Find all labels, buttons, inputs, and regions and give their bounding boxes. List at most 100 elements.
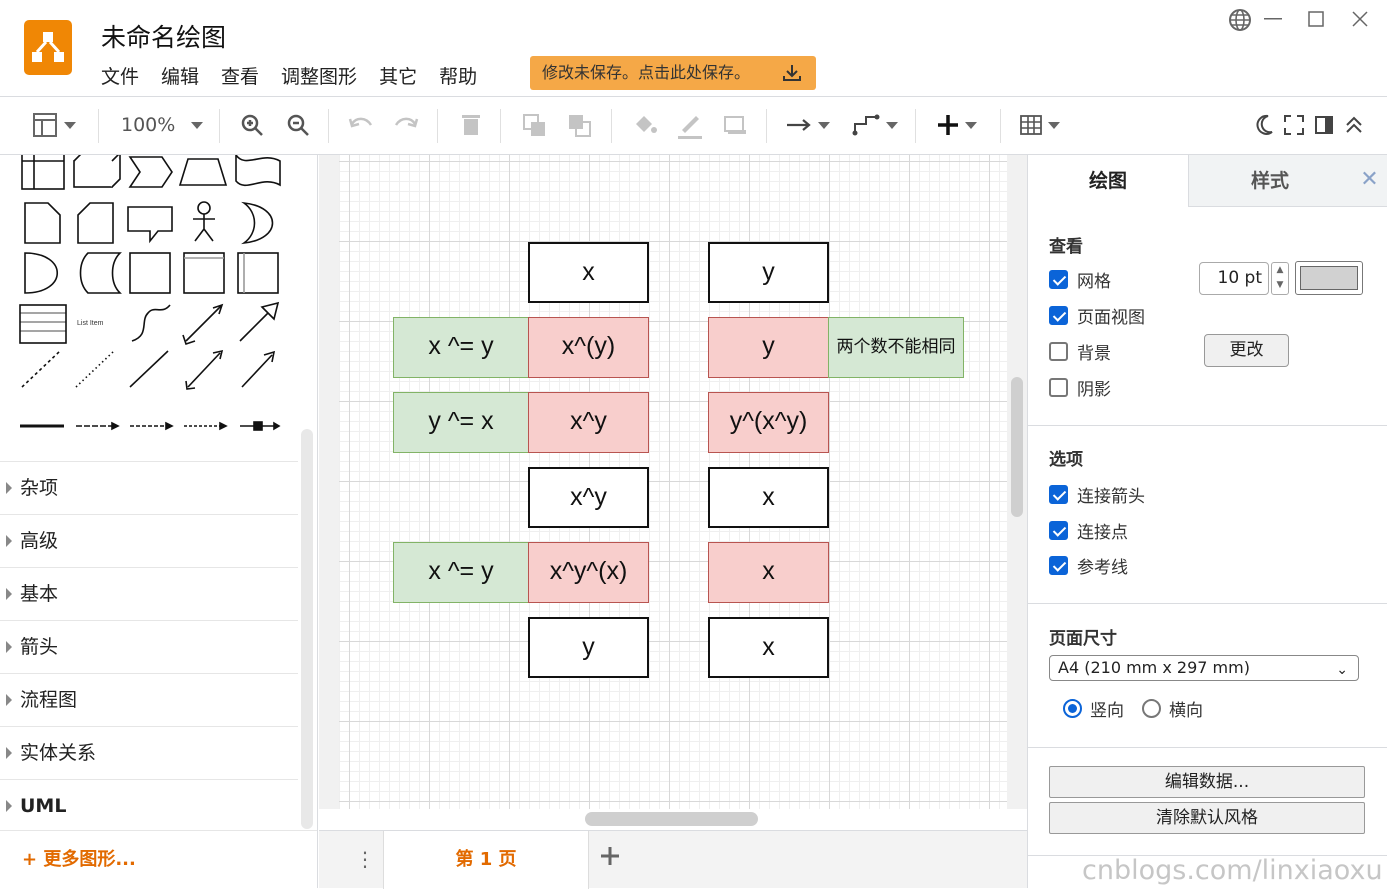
diagram-cell[interactable]: x ^= y (393, 542, 529, 603)
unsaved-changes-button[interactable]: 修改未保存。点击此处保存。 (530, 56, 816, 90)
page-menu-icon[interactable]: ⋮ (355, 847, 375, 871)
process-shape[interactable] (237, 252, 279, 294)
arrow-shape[interactable] (239, 301, 280, 342)
more-shapes-button[interactable]: + 更多图形... (0, 830, 317, 888)
to-back-icon[interactable] (567, 110, 593, 140)
delete-icon[interactable] (459, 110, 483, 140)
undo-icon[interactable] (348, 110, 374, 140)
diagram-cell[interactable]: x (708, 542, 829, 603)
language-globe-icon[interactable] (1228, 8, 1252, 32)
diagram-cell[interactable]: y (708, 242, 829, 303)
fullscreen-icon[interactable] (1284, 110, 1304, 140)
waypoints-dropdown[interactable] (852, 110, 898, 140)
portrait-radio[interactable]: 竖向 (1063, 696, 1124, 721)
format-panel-toggle[interactable] (32, 110, 76, 140)
diagram-cell[interactable]: y ^= x (393, 392, 529, 453)
add-page-icon[interactable] (599, 841, 621, 874)
connector-symbol-shape[interactable] (240, 421, 281, 431)
diagram-canvas[interactable]: x y x ^= y x^(y) y 两个数不能相同 y ^= x x^y y^… (319, 155, 1027, 809)
dark-mode-moon-icon[interactable] (1254, 110, 1274, 140)
section-advanced[interactable]: 高级 (0, 514, 298, 567)
change-background-button[interactable]: 更改 (1204, 334, 1289, 367)
close-panel-icon[interactable]: ✕ (1351, 155, 1387, 207)
grid-size-input[interactable]: 10 pt (1199, 262, 1269, 295)
section-basic[interactable]: 基本 (0, 567, 298, 620)
internal-storage-shape[interactable] (21, 155, 65, 190)
diagram-cell[interactable]: x^y (528, 467, 649, 528)
redo-icon[interactable] (393, 110, 419, 140)
tab-style[interactable]: 样式 (1188, 155, 1351, 207)
connector-shape[interactable] (76, 421, 120, 431)
zoom-dropdown[interactable]: 100% (121, 110, 204, 140)
or-shape[interactable] (241, 201, 274, 245)
sidebar-scrollbar[interactable] (301, 429, 313, 829)
diagram-cell[interactable]: x (708, 617, 829, 678)
canvas-vertical-scrollbar[interactable] (1011, 377, 1023, 517)
toggle-format-panel-icon[interactable] (1314, 110, 1334, 140)
frame-shape[interactable] (183, 252, 225, 294)
background-checkbox[interactable]: 背景 (1049, 339, 1111, 364)
directional-connector-shape[interactable] (241, 350, 276, 388)
section-flowchart[interactable]: 流程图 (0, 673, 298, 726)
bidirectional-connector-shape[interactable] (185, 349, 224, 390)
section-misc[interactable]: 杂项 (0, 461, 298, 514)
connector-label-shape[interactable] (130, 421, 174, 431)
step-shape[interactable] (128, 156, 173, 188)
insert-dropdown[interactable] (937, 110, 977, 140)
grid-color-button[interactable] (1295, 261, 1363, 295)
card-shape[interactable] (77, 202, 114, 244)
edit-data-button[interactable]: 编辑数据... (1049, 766, 1365, 798)
table-dropdown[interactable] (1020, 110, 1060, 140)
cube-shape[interactable] (73, 155, 121, 188)
trapezoid-shape[interactable] (178, 158, 228, 186)
curve-shape[interactable] (131, 304, 171, 342)
diagram-cell[interactable]: x ^= y (393, 317, 529, 378)
zoom-in-icon[interactable] (240, 110, 264, 140)
fill-color-icon[interactable] (632, 110, 658, 140)
diagram-cell[interactable]: x^(y) (528, 317, 649, 378)
bidirectional-arrow-shape[interactable] (182, 303, 224, 346)
shadow-icon[interactable] (722, 110, 748, 140)
clear-default-style-button[interactable]: 清除默认风格 (1049, 802, 1365, 834)
page-view-checkbox[interactable]: 页面视图 (1049, 303, 1145, 328)
canvas-horizontal-scrollbar[interactable] (585, 812, 758, 826)
list-shape[interactable] (19, 304, 67, 344)
actor-shape[interactable] (193, 201, 215, 242)
landscape-radio[interactable]: 横向 (1142, 696, 1203, 721)
menu-edit[interactable]: 编辑 (161, 62, 199, 89)
diagram-cell[interactable]: y (708, 317, 829, 378)
diagram-cell[interactable]: 两个数不能相同 (828, 317, 964, 378)
grid-checkbox[interactable]: 网格 (1049, 267, 1111, 292)
connection-arrows-checkbox[interactable]: 连接箭头 (1049, 482, 1145, 507)
document-title[interactable]: 未命名绘图 (101, 18, 226, 54)
guides-checkbox[interactable]: 参考线 (1049, 553, 1128, 578)
menu-help[interactable]: 帮助 (439, 62, 477, 89)
close-window-icon[interactable] (1352, 11, 1368, 27)
dotted-line-shape[interactable] (75, 350, 115, 388)
diagram-cell[interactable]: y^(x^y) (708, 392, 829, 453)
menu-file[interactable]: 文件 (101, 62, 139, 89)
diagram-cell[interactable]: x^y (528, 392, 649, 453)
maximize-icon[interactable] (1308, 11, 1324, 27)
page-tab-1[interactable]: 第 1 页 (383, 831, 589, 889)
diagram-cell[interactable]: x (528, 242, 649, 303)
menu-view[interactable]: 查看 (221, 62, 259, 89)
shadow-checkbox[interactable]: 阴影 (1049, 375, 1111, 400)
stored-data-shape[interactable] (79, 252, 122, 294)
diagram-cell[interactable]: y (528, 617, 649, 678)
callout-shape[interactable] (127, 206, 173, 244)
connection-style-dropdown[interactable] (786, 110, 830, 140)
line-color-icon[interactable] (676, 110, 704, 140)
zoom-out-icon[interactable] (286, 110, 310, 140)
menu-extras[interactable]: 其它 (379, 62, 417, 89)
minimize-icon[interactable] (1264, 18, 1282, 22)
page-size-select[interactable]: A4 (210 mm x 297 mm) ⌄ (1049, 655, 1359, 681)
note-shape[interactable] (24, 202, 61, 244)
diagram-cell[interactable]: x (708, 467, 829, 528)
list-item-shape[interactable]: List Item (77, 320, 104, 327)
tab-diagram[interactable]: 绘图 (1028, 155, 1188, 207)
collapse-toolbar-icon[interactable] (1344, 110, 1364, 140)
dashed-line-shape[interactable] (21, 350, 61, 388)
section-arrows[interactable]: 箭头 (0, 620, 298, 673)
delay-shape[interactable] (24, 252, 59, 294)
